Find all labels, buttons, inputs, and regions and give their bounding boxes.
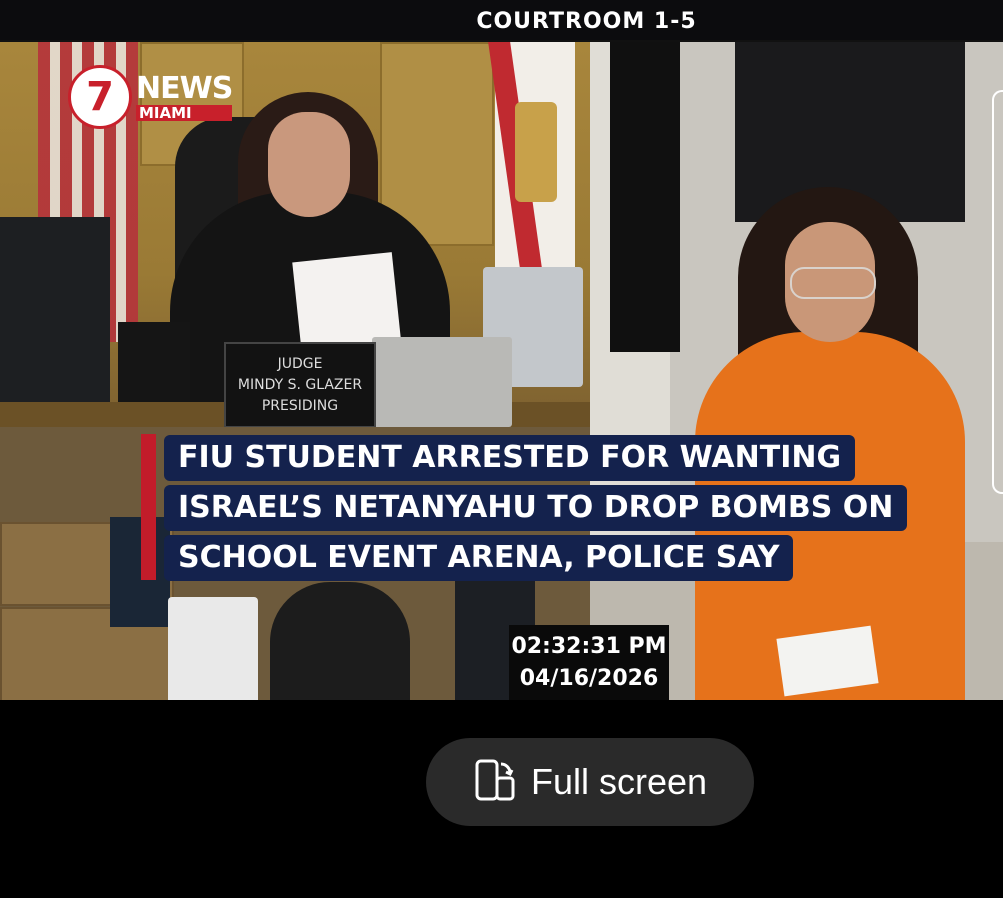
headline-line-1: FIU STUDENT ARRESTED FOR WANTING: [164, 435, 856, 481]
dark-panel: [610, 42, 680, 352]
nameplate-line-1: JUDGE: [277, 355, 323, 372]
rotate-phone-icon: [473, 758, 517, 807]
courtroom-label: COURTROOM 1-5: [476, 8, 697, 34]
nameplate-line-3: PRESIDING: [261, 397, 339, 414]
nameplate-line-2: MINDY S. GLAZER: [237, 376, 363, 393]
judge-face: [268, 112, 350, 217]
glasses: [790, 267, 876, 299]
logo-news-text: NEWS: [136, 71, 233, 106]
side-panel-handle[interactable]: [992, 90, 1003, 494]
seated-person: [270, 582, 410, 700]
monitor: [0, 217, 110, 417]
fullscreen-button[interactable]: Full screen: [426, 738, 754, 826]
courtroom-chair: [110, 517, 170, 627]
headline-accent-bar: [141, 434, 156, 580]
courtroom-header: COURTROOM 1-5: [0, 0, 1003, 42]
defendant-video-pane: [590, 42, 1003, 700]
timestamp-time: 02:32:31 PM: [511, 633, 667, 659]
headline-line-3: SCHOOL EVENT ARENA, POLICE SAY: [164, 535, 794, 581]
timestamp-date: 04/16/2026: [519, 665, 659, 691]
desk-phone: [372, 337, 512, 427]
logo-number: 7: [68, 65, 132, 129]
judge-nameplate: JUDGE MINDY S. GLAZER PRESIDING: [224, 342, 376, 427]
fullscreen-label: Full screen: [530, 761, 708, 802]
podium: [168, 597, 258, 700]
headline-line-2: ISRAEL’S NETANYAHU TO DROP BOMBS ON: [164, 485, 908, 531]
station-logo: 7 NEWS MIAMI: [68, 65, 233, 129]
timestamp-overlay: 02:32:31 PM 04/16/2026: [509, 625, 669, 700]
florida-flag: [488, 42, 575, 282]
logo-city-text: MIAMI: [136, 105, 233, 121]
